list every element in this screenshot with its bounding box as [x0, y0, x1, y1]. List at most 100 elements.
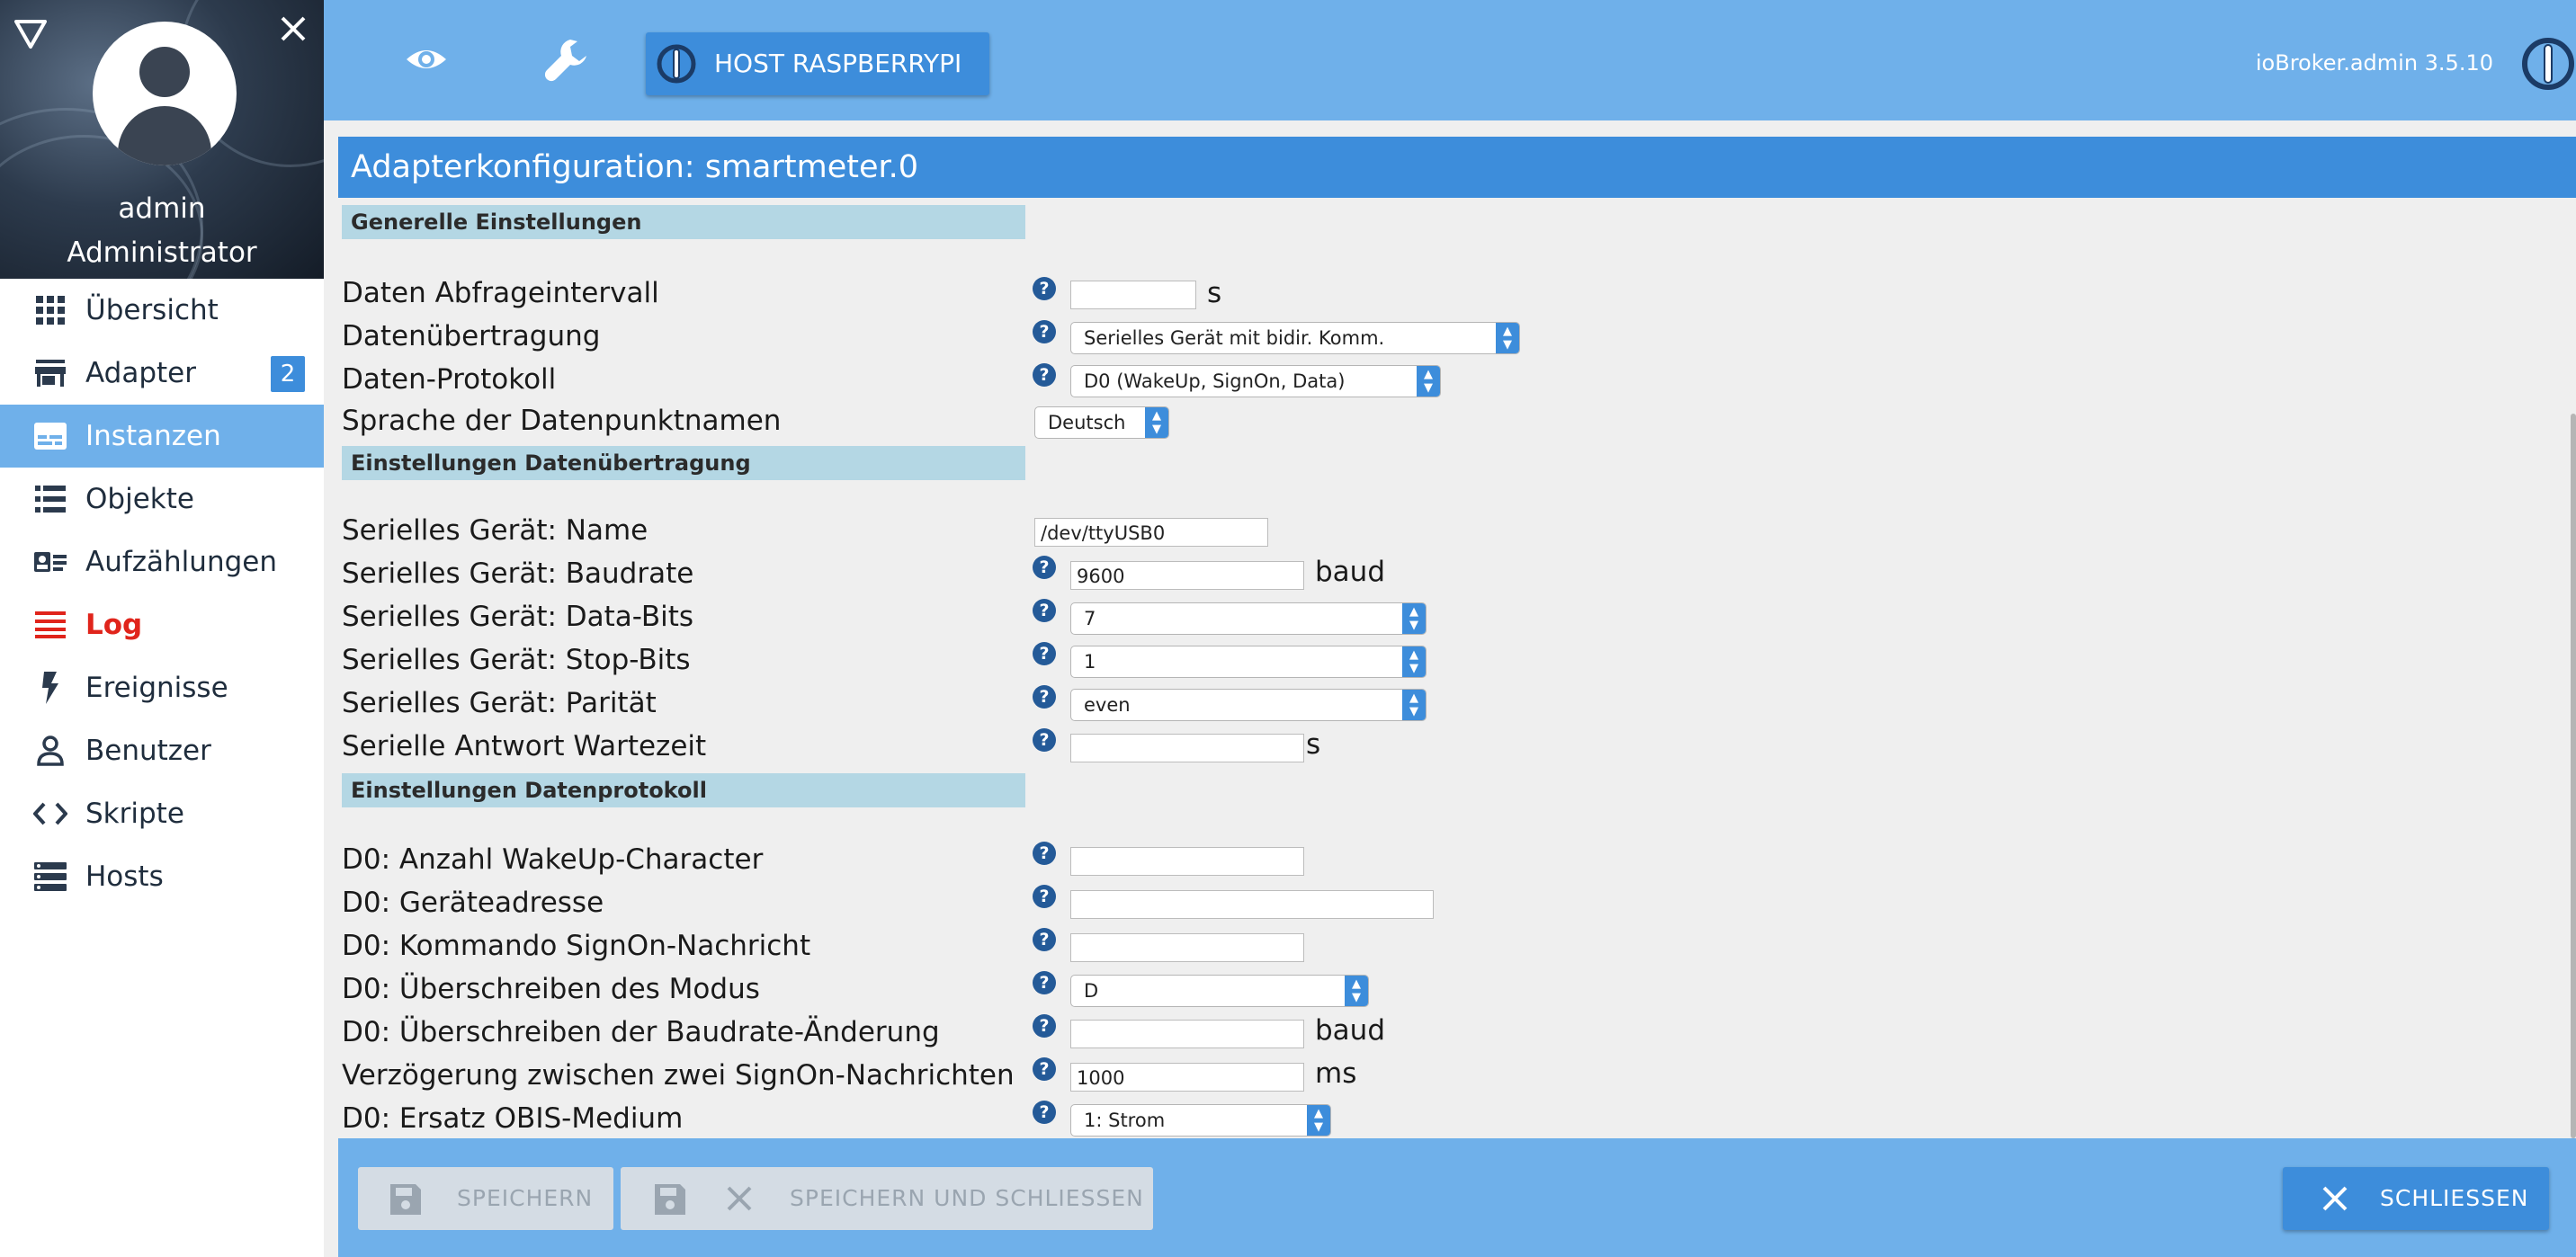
- help-icon[interactable]: ?: [1033, 1057, 1056, 1081]
- host-button[interactable]: HOST RASPBERRYPI: [646, 32, 989, 95]
- close-icon: [723, 1182, 757, 1217]
- section-general: Generelle Einstellungen: [342, 205, 1025, 239]
- databits-select[interactable]: 7 ▲ ▼: [1070, 602, 1427, 635]
- sidebar-item-label: Hosts: [85, 860, 164, 893]
- user-name: admin: [118, 192, 206, 225]
- sidebar-item-objekte[interactable]: Objekte: [0, 468, 324, 530]
- user-icon: [32, 733, 68, 769]
- sidebar-item-ereignisse[interactable]: Ereignisse: [0, 656, 324, 719]
- parity-label: Serielles Gerät: Parität: [342, 687, 657, 719]
- save-and-close-label: SPEICHERN UND SCHLIESSEN: [790, 1185, 1144, 1211]
- sidebar-item-aufzaehlungen[interactable]: Aufzählungen: [0, 530, 324, 593]
- help-icon[interactable]: ?: [1033, 885, 1056, 908]
- help-icon[interactable]: ?: [1033, 320, 1056, 343]
- medium-label: D0: Ersatz OBIS-Medium: [342, 1102, 684, 1135]
- save-label: SPEICHERN: [457, 1185, 594, 1211]
- list-icon: [32, 481, 68, 517]
- sidebar-item-label: Log: [85, 609, 143, 641]
- sidebar-item-label: Adapter: [85, 357, 196, 389]
- wait-input[interactable]: [1070, 734, 1304, 762]
- stopbits-label: Serielles Gerät: Stop-Bits: [342, 644, 691, 676]
- code-icon: [32, 796, 68, 832]
- sidebar-item-benutzer[interactable]: Benutzer: [0, 719, 324, 782]
- help-icon[interactable]: ?: [1033, 1101, 1056, 1124]
- top-bar: HOST RASPBERRYPI ioBroker.admin 3.5.10: [324, 0, 2576, 120]
- close-sidebar-icon[interactable]: [275, 13, 311, 49]
- close-button[interactable]: SCHLIESSEN: [2283, 1167, 2549, 1230]
- mode-select[interactable]: D ▲ ▼: [1070, 975, 1369, 1007]
- scrollbar[interactable]: [2571, 414, 2576, 1138]
- language-select[interactable]: Deutsch ▲ ▼: [1034, 406, 1169, 439]
- sidebar-item-uebersicht[interactable]: Übersicht: [0, 279, 324, 342]
- help-icon[interactable]: ?: [1033, 971, 1056, 994]
- help-icon[interactable]: ?: [1033, 363, 1056, 387]
- sidebar-item-adapter[interactable]: Adapter 2: [0, 342, 324, 405]
- select-arrows-icon: ▲ ▼: [1345, 976, 1368, 1006]
- help-icon[interactable]: ?: [1033, 928, 1056, 951]
- help-icon[interactable]: ?: [1033, 842, 1056, 865]
- page-title: Adapterkonfiguration: smartmeter.0: [338, 137, 2576, 198]
- select-arrows-icon: ▲ ▼: [1496, 323, 1519, 353]
- select-arrows-icon: ▲ ▼: [1307, 1105, 1330, 1136]
- databits-label: Serielles Gerät: Data-Bits: [342, 601, 694, 633]
- signon-input[interactable]: [1070, 933, 1304, 962]
- server-icon: [32, 859, 68, 895]
- baudrate-label: Serielles Gerät: Baudrate: [342, 557, 694, 590]
- sidebar-item-hosts[interactable]: Hosts: [0, 845, 324, 908]
- close-icon: [2319, 1182, 2353, 1217]
- iobroker-logo-icon: [2520, 36, 2576, 92]
- select-arrows-icon: ▲ ▼: [1402, 690, 1426, 720]
- delay-input[interactable]: 1000: [1070, 1063, 1304, 1092]
- host-label: HOST RASPBERRYPI: [714, 49, 962, 78]
- sidebar-item-skripte[interactable]: Skripte: [0, 782, 324, 845]
- help-icon[interactable]: ?: [1033, 642, 1056, 665]
- sidebar-item-label: Ereignisse: [85, 672, 228, 704]
- save-button[interactable]: SPEICHERN: [358, 1167, 613, 1230]
- help-icon[interactable]: ?: [1033, 1014, 1056, 1038]
- sidebar-item-label: Aufzählungen: [85, 546, 277, 578]
- save-and-close-button[interactable]: SPEICHERN UND SCHLIESSEN: [621, 1167, 1153, 1230]
- help-icon[interactable]: ?: [1033, 685, 1056, 709]
- protocol-select[interactable]: D0 (WakeUp, SignOn, Data) ▲ ▼: [1070, 365, 1441, 397]
- help-icon[interactable]: ?: [1033, 556, 1056, 579]
- menu-toggle-icon[interactable]: [13, 16, 50, 54]
- avatar[interactable]: [93, 22, 237, 165]
- baudchange-input[interactable]: [1070, 1020, 1304, 1048]
- stopbits-select[interactable]: 1 ▲ ▼: [1070, 646, 1427, 678]
- sidebar-item-label: Objekte: [85, 483, 194, 515]
- close-label: SCHLIESSEN: [2380, 1185, 2529, 1211]
- transport-select[interactable]: Serielles Gerät mit bidir. Komm. ▲ ▼: [1070, 322, 1520, 354]
- help-icon[interactable]: ?: [1033, 599, 1056, 622]
- select-arrows-icon: ▲ ▼: [1417, 366, 1440, 397]
- sidebar-item-label: Instanzen: [85, 420, 221, 452]
- store-icon: [32, 355, 68, 391]
- help-icon[interactable]: ?: [1033, 277, 1056, 300]
- baudchange-label: D0: Überschreiben der Baudrate-Änderung: [342, 1016, 940, 1048]
- sidebar-item-log[interactable]: Log: [0, 593, 324, 656]
- section-transport: Einstellungen Datenübertragung: [342, 446, 1025, 480]
- baudrate-input[interactable]: 9600: [1070, 561, 1304, 590]
- eye-icon[interactable]: [405, 38, 448, 81]
- address-input[interactable]: [1070, 890, 1434, 919]
- mode-label: D0: Überschreiben des Modus: [342, 973, 760, 1005]
- parity-select[interactable]: even ▲ ▼: [1070, 689, 1427, 721]
- sidebar-item-instanzen[interactable]: Instanzen: [0, 405, 324, 468]
- select-arrows-icon: ▲ ▼: [1402, 646, 1426, 677]
- interval-input[interactable]: [1070, 281, 1196, 309]
- adapter-update-badge: 2: [271, 356, 305, 392]
- log-lines-icon: [32, 607, 68, 643]
- config-form: Generelle Einstellungen Daten Abfrageint…: [338, 198, 2560, 1137]
- sidebar-nav: Übersicht Adapter 2 Instanzen Objekte Au…: [0, 279, 324, 908]
- wakeup-input[interactable]: [1070, 847, 1304, 876]
- wrench-icon[interactable]: [543, 36, 590, 83]
- user-profile-header: admin Administrator: [0, 0, 324, 279]
- sidebar: admin Administrator Übersicht Adapter 2 …: [0, 0, 324, 1257]
- interval-unit: s: [1207, 277, 1222, 309]
- select-arrows-icon: ▲ ▼: [1145, 407, 1168, 438]
- enum-icon: [32, 544, 68, 580]
- select-arrows-icon: ▲ ▼: [1402, 603, 1426, 634]
- medium-select[interactable]: 1: Strom ▲ ▼: [1070, 1104, 1331, 1137]
- floppy-disk-icon: [653, 1182, 687, 1217]
- help-icon[interactable]: ?: [1033, 728, 1056, 752]
- serial-name-input[interactable]: /dev/ttyUSB0: [1034, 518, 1268, 547]
